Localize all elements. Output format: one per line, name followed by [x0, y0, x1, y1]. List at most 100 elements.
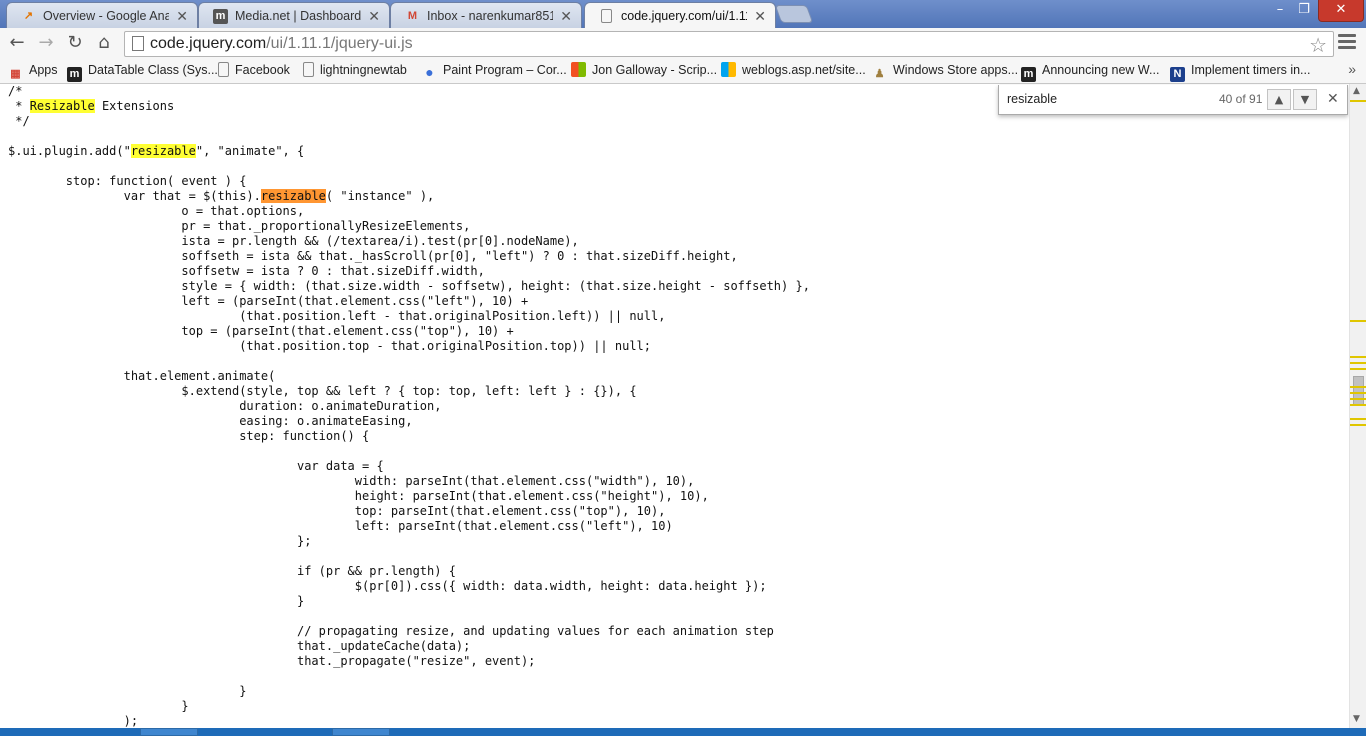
code-line: stop: function( event ) {: [8, 174, 810, 189]
new-tab-button[interactable]: [774, 5, 814, 23]
code-text: left: parseInt(that.element.css("left"),…: [8, 519, 673, 533]
bookmark-jon-galloway[interactable]: Jon Galloway - Scrip...: [571, 62, 717, 80]
scroll-down-icon[interactable]: ▼: [1353, 714, 1360, 724]
code-text: );: [8, 714, 139, 728]
bookmark-lightningnewtab[interactable]: lightningnewtab: [303, 62, 407, 80]
find-previous-button[interactable]: ▲: [1267, 89, 1291, 110]
bookmark-implement-timers[interactable]: N Implement timers in...: [1170, 62, 1310, 82]
match-tick: [1350, 424, 1366, 426]
chrome-menu-button[interactable]: [1338, 34, 1356, 50]
bookmark-facebook[interactable]: Facebook: [218, 62, 290, 80]
url-text[interactable]: code.jquery.com/ui/1.11.1/jquery-ui.js: [150, 35, 413, 53]
browser-toolbar: ← → ↻ ⌂ code.jquery.com/ui/1.11.1/jquery…: [0, 28, 1366, 58]
match-tick: [1350, 398, 1366, 400]
close-tab-icon[interactable]: ✕: [368, 8, 380, 25]
scroll-up-icon[interactable]: ▲: [1353, 86, 1360, 96]
code-line: pr = that._proportionallyResizeElements,: [8, 219, 810, 234]
taskbar-item[interactable]: [140, 728, 198, 736]
forward-button[interactable]: →: [35, 32, 57, 54]
n-logo-icon: N: [1170, 67, 1185, 82]
scroll-thumb[interactable]: [1353, 376, 1364, 406]
current-search-match: resizable: [260, 189, 326, 203]
code-line: soffsetw = ista ? 0 : that.sizeDiff.widt…: [8, 264, 810, 279]
code-text: *: [8, 99, 30, 113]
page-icon: [218, 62, 229, 77]
tab-gmail-inbox[interactable]: M Inbox - narenkumar851@g ✕: [390, 2, 582, 28]
code-line: // propagating resize, and updating valu…: [8, 624, 810, 639]
bookmark-label: Jon Galloway - Scrip...: [592, 63, 718, 77]
url-host: code.jquery.com: [150, 35, 267, 52]
match-tick: [1350, 418, 1366, 420]
minimize-button[interactable]: –: [1268, 0, 1292, 22]
code-line: that.element.animate(: [8, 369, 810, 384]
bookmark-star-icon[interactable]: ☆: [1309, 33, 1327, 57]
bookmark-label: Announcing new W...: [1042, 63, 1160, 77]
code-text: $(pr[0]).css({ width: data.width, height…: [8, 579, 767, 593]
bookmark-paint-program[interactable]: ● Paint Program – Cor...: [422, 62, 566, 80]
back-button[interactable]: ←: [6, 32, 28, 54]
code-text: stop: function( event ) {: [8, 174, 247, 188]
bookmark-label: Facebook: [235, 63, 290, 77]
code-line: }: [8, 684, 810, 699]
maximize-button[interactable]: ❐: [1292, 0, 1316, 22]
code-text: top: parseInt(that.element.css("top"), 1…: [8, 504, 666, 518]
code-line: soffseth = ista && that._hasScroll(pr[0]…: [8, 249, 810, 264]
code-text: style = { width: (that.size.width - soff…: [8, 279, 810, 293]
tab-google-analytics[interactable]: ↗ Overview - Google Analyti ✕: [6, 2, 198, 28]
code-line: top: parseInt(that.element.css("top"), 1…: [8, 504, 810, 519]
bookmarks-overflow-button[interactable]: »: [1348, 61, 1356, 77]
match-tick: [1350, 362, 1366, 364]
code-text: }: [8, 699, 189, 713]
code-text: $.ui.plugin.add(": [8, 144, 131, 158]
code-line: );: [8, 714, 810, 728]
vertical-scrollbar[interactable]: ▲ ▼: [1349, 84, 1366, 728]
close-tab-icon[interactable]: ✕: [560, 8, 572, 25]
bookmark-apps[interactable]: ▦ Apps: [8, 62, 57, 80]
code-text: */: [8, 114, 30, 128]
code-text: pr = that._proportionallyResizeElements,: [8, 219, 471, 233]
bookmark-label: Windows Store apps...: [893, 63, 1019, 77]
code-line: easing: o.animateEasing,: [8, 414, 810, 429]
code-line: that._propagate("resize", event);: [8, 654, 810, 669]
code-line: left = (parseInt(that.element.css("left"…: [8, 294, 810, 309]
code-line: $.extend(style, top && left ? { top: top…: [8, 384, 810, 399]
apps-grid-icon: ▦: [10, 68, 21, 80]
windows-taskbar: [0, 728, 1366, 736]
analytics-icon: ↗: [23, 10, 34, 22]
code-line: that._updateCache(data);: [8, 639, 810, 654]
taskbar-item[interactable]: [332, 728, 390, 736]
reload-button[interactable]: ↻: [64, 32, 86, 54]
search-match: Resizable: [29, 99, 95, 113]
code-text: }: [8, 594, 305, 608]
tab-title: code.jquery.com/ui/1.11.1: [621, 9, 747, 23]
code-text: height: parseInt(that.element.css("heigh…: [8, 489, 709, 503]
code-text: left = (parseInt(that.element.css("left"…: [8, 294, 529, 308]
match-tick: [1350, 100, 1366, 102]
tab-media-net[interactable]: m Media.net | Dashboard ✕: [198, 2, 390, 28]
code-line: /*: [8, 84, 810, 99]
bookmark-weblogs[interactable]: weblogs.asp.net/site...: [721, 62, 866, 80]
find-input[interactable]: resizable: [1007, 92, 1057, 106]
close-window-button[interactable]: ✕: [1318, 0, 1364, 22]
tab-jquery-ui[interactable]: code.jquery.com/ui/1.11.1 ✕: [584, 2, 776, 29]
bookmark-windows-store[interactable]: ♟ Windows Store apps...: [872, 62, 1019, 80]
close-tab-icon[interactable]: ✕: [176, 8, 188, 25]
code-line: }: [8, 699, 810, 714]
bookmark-datatable[interactable]: m DataTable Class (Sys...: [67, 62, 218, 82]
code-text: ista = pr.length && (/textarea/i).test(p…: [8, 234, 579, 248]
find-next-button[interactable]: ▼: [1293, 89, 1317, 110]
find-close-button[interactable]: ✕: [1327, 91, 1339, 107]
bookmark-announcing[interactable]: m Announcing new W...: [1021, 62, 1160, 82]
home-button[interactable]: ⌂: [93, 32, 115, 54]
medianet-icon: m: [1021, 67, 1036, 82]
code-line: top = (parseInt(that.element.css("top"),…: [8, 324, 810, 339]
code-line: var that = $(this).resizable( "instance"…: [8, 189, 810, 204]
match-tick: [1350, 320, 1366, 322]
address-bar[interactable]: code.jquery.com/ui/1.11.1/jquery-ui.js ☆: [124, 31, 1334, 57]
tab-title: Overview - Google Analyti: [43, 9, 169, 23]
close-tab-icon[interactable]: ✕: [754, 8, 766, 25]
